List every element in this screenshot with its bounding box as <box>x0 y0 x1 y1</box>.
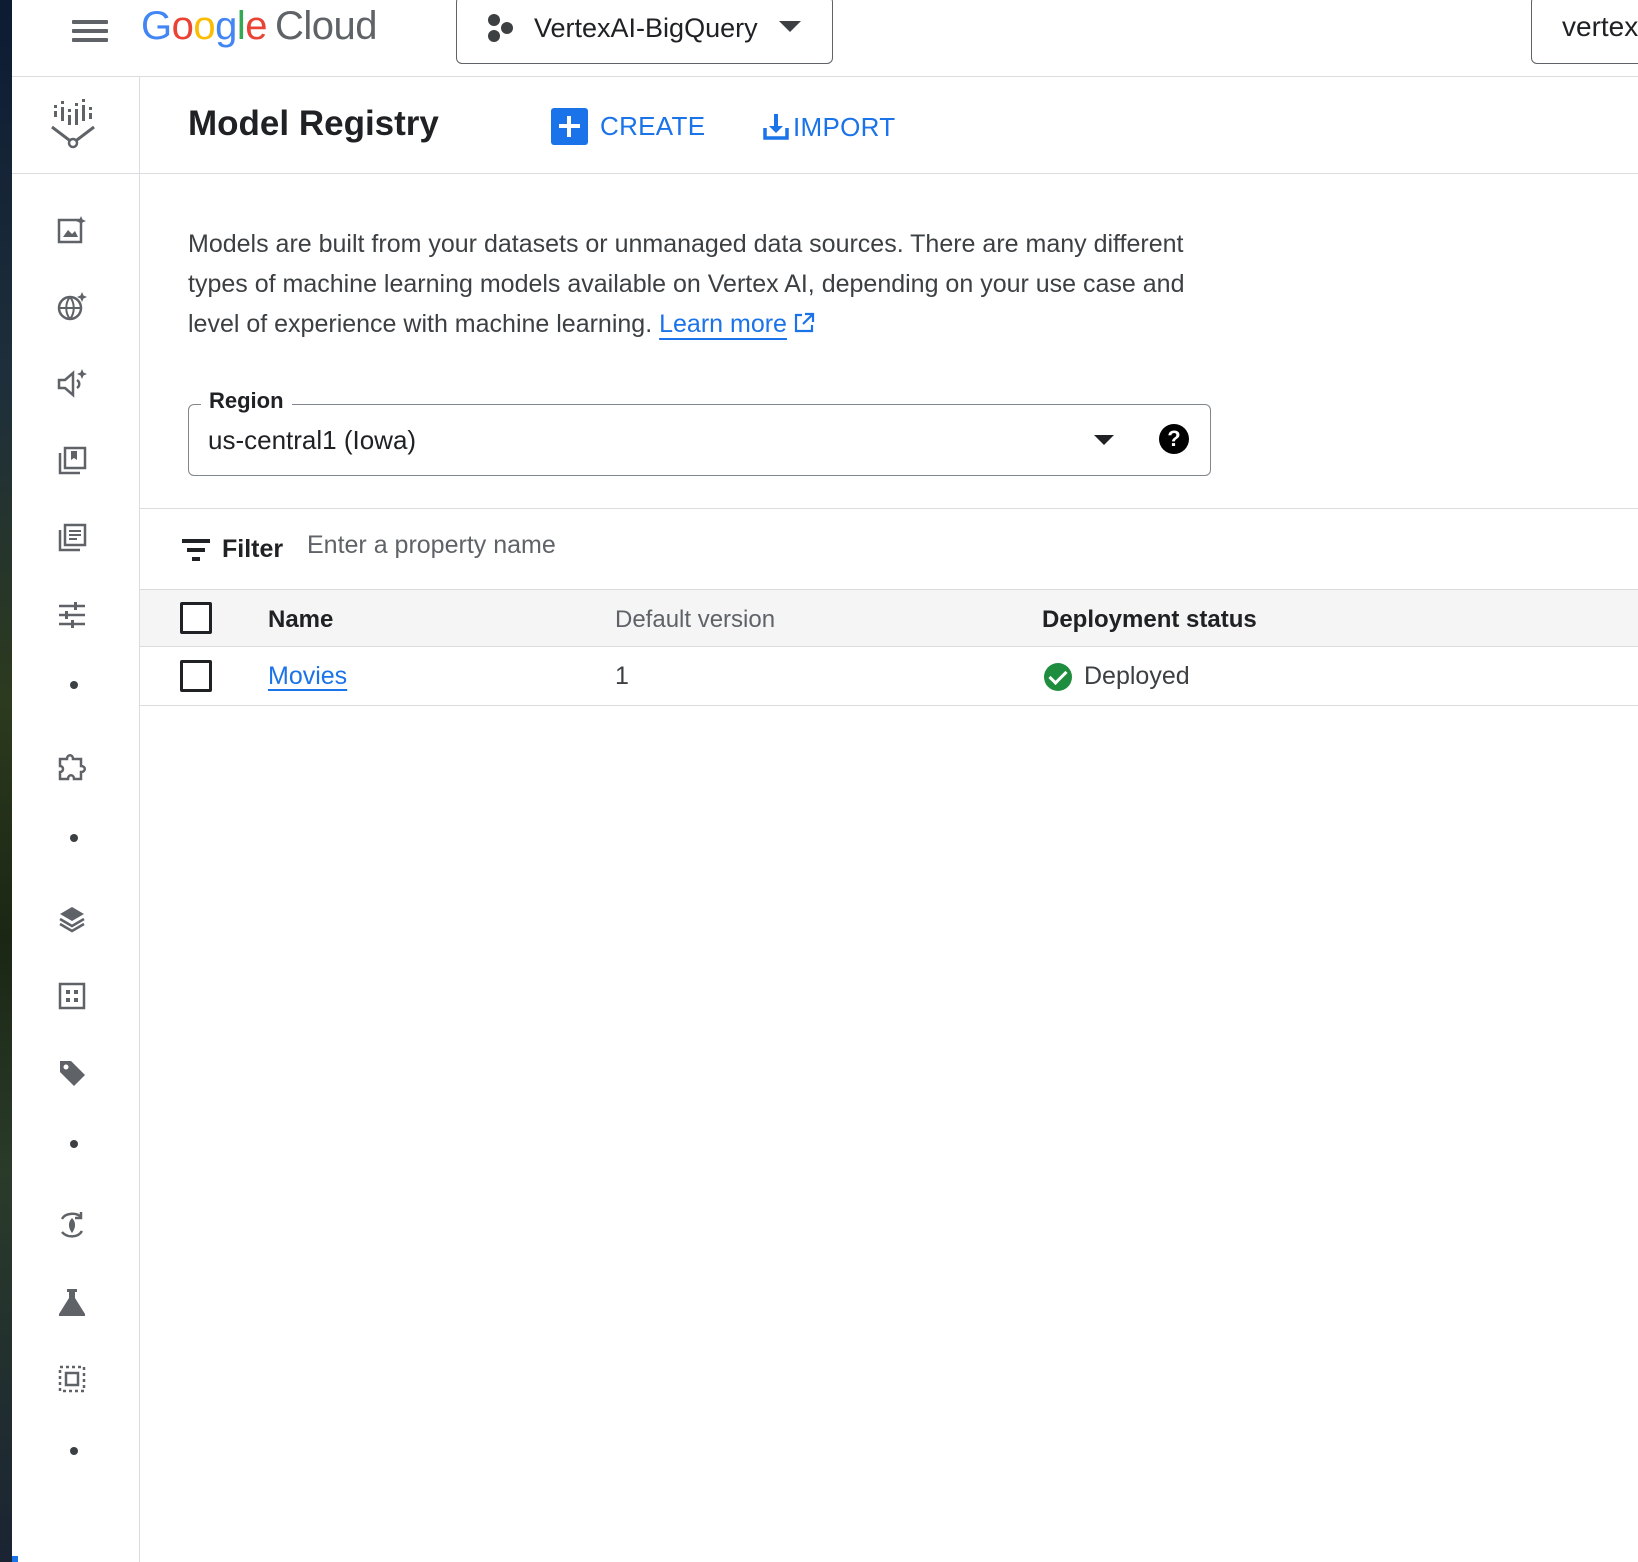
top-app-bar: Google Cloud VertexAI-BigQuery <box>12 0 1638 77</box>
nav-separator-dot <box>70 1447 78 1455</box>
selection-box-icon[interactable] <box>54 1361 90 1397</box>
nav-separator-dot <box>70 834 78 842</box>
default-version-value: 1 <box>615 662 629 690</box>
collections-icon[interactable] <box>54 443 90 479</box>
region-selected-value: us-central1 (Iowa) <box>208 425 417 455</box>
vertex-ai-brand[interactable] <box>12 77 139 174</box>
page-title: Model Registry <box>188 104 439 143</box>
vertex-ai-logo-icon <box>51 99 95 149</box>
add-icon <box>551 107 588 145</box>
main-menu-icon[interactable] <box>60 14 108 62</box>
desktop-wallpaper-edge <box>0 0 12 1562</box>
google-cloud-logo[interactable]: Google Cloud <box>141 4 378 54</box>
deployment-status: Deployed <box>1044 662 1190 691</box>
search-input[interactable] <box>1562 11 1638 43</box>
create-button-label: CREATE <box>600 110 706 141</box>
help-icon[interactable]: ? <box>1159 424 1189 454</box>
project-name: VertexAI-BigQuery <box>534 13 758 43</box>
project-picker-button[interactable]: VertexAI-BigQuery <box>456 0 833 64</box>
create-button[interactable]: CREATE <box>551 106 705 146</box>
table-row: Movies 1 Deployed <box>140 647 1638 706</box>
import-button[interactable]: IMPORT <box>763 107 895 147</box>
row-checkbox[interactable] <box>180 660 212 692</box>
image-sparkle-icon[interactable] <box>54 212 90 248</box>
active-indicator <box>12 1556 18 1562</box>
document-list-icon[interactable] <box>54 520 90 556</box>
select-all-checkbox[interactable] <box>180 602 212 634</box>
intro-description: Models are built from your datasets or u… <box>188 224 1218 344</box>
tune-sliders-icon[interactable] <box>54 597 90 633</box>
import-button-label: IMPORT <box>793 111 896 142</box>
table-header-row: Name Default version Deployment status <box>140 589 1638 647</box>
deploy-target-icon[interactable] <box>54 1207 90 1243</box>
speaker-sparkle-icon[interactable] <box>54 366 90 402</box>
column-header-default-version[interactable]: Default version <box>615 606 775 634</box>
page-header: Model Registry CREATE IMPORT <box>140 77 1638 174</box>
model-name-link[interactable]: Movies <box>268 662 347 691</box>
globe-sparkle-icon[interactable] <box>54 289 90 325</box>
column-header-name[interactable]: Name <box>268 606 333 634</box>
search-field[interactable] <box>1531 0 1638 64</box>
region-label: Region <box>201 388 292 414</box>
filter-label: Filter <box>222 535 284 563</box>
puzzle-piece-icon[interactable] <box>54 749 90 785</box>
deployment-status-text: Deployed <box>1084 662 1190 690</box>
filter-input[interactable] <box>307 531 1007 560</box>
chevron-down-icon <box>779 21 801 32</box>
tag-icon[interactable] <box>54 1055 90 1091</box>
external-link-icon <box>794 312 815 333</box>
left-nav-rail <box>12 77 140 1562</box>
nav-separator-dot <box>70 1140 78 1148</box>
project-hexagons-icon <box>488 14 513 42</box>
filter-bar: Filter <box>140 509 1638 589</box>
filter-icon[interactable] <box>182 539 210 561</box>
check-circle-icon <box>1044 662 1072 691</box>
column-header-deployment-status[interactable]: Deployment status <box>1042 606 1257 634</box>
nav-separator-dot <box>70 681 78 689</box>
learn-more-link[interactable]: Learn more <box>659 310 787 338</box>
layers-icon[interactable] <box>54 901 90 937</box>
grid-icon[interactable] <box>54 978 90 1014</box>
dropdown-arrow-icon <box>1094 435 1114 445</box>
download-icon <box>763 114 789 140</box>
flask-icon[interactable] <box>54 1284 90 1320</box>
region-select[interactable]: Region us-central1 (Iowa) ? <box>188 388 1211 476</box>
